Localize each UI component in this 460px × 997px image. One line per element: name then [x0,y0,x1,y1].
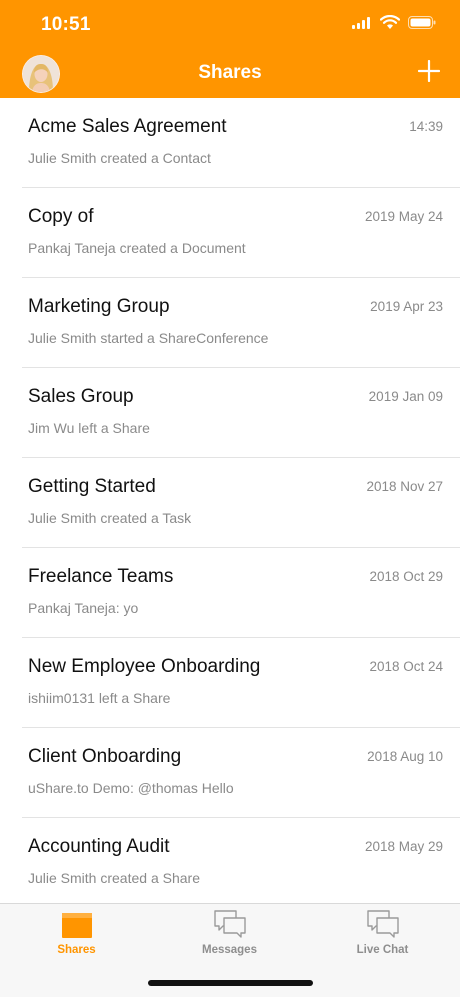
share-title: Client Onboarding [28,746,182,767]
status-icons [352,15,436,30]
list-item[interactable]: Copy of 2019 May 24 Pankaj Taneja create… [22,188,460,278]
share-date: 2019 Apr 23 [370,299,443,314]
tab-label: Shares [57,944,96,956]
share-title: Getting Started [28,476,156,497]
share-activity: Jim Wu left a Share [28,420,150,436]
list-item[interactable]: Acme Sales Agreement 14:39 Julie Smith c… [22,98,460,188]
share-activity: ishiim0131 left a Share [28,690,171,706]
list-item[interactable]: New Employee Onboarding 2018 Oct 24 ishi… [22,638,460,728]
plus-icon [417,59,441,83]
tab-label: Live Chat [356,944,409,956]
share-date: 2018 May 29 [364,839,443,854]
share-activity: Julie Smith created a Share [28,870,200,886]
folder-icon [61,913,92,938]
share-activity: uShare.to Demo: @thomas Hello [28,780,234,796]
list-item[interactable]: Getting Started 2018 Nov 27 Julie Smith … [22,458,460,548]
nav-header: 10:51 Shares [0,0,460,98]
list-item[interactable]: Marketing Group 2019 Apr 23 Julie Smith … [22,278,460,368]
page-title: Shares [198,62,262,83]
share-title: Marketing Group [28,296,170,317]
share-activity: Pankaj Taneja created a Document [28,240,246,256]
share-date: 2019 May 24 [364,209,443,224]
add-share-button[interactable] [417,59,441,83]
share-title: Freelance Teams [28,566,174,587]
cellular-signal-icon [352,16,370,29]
share-date: 2018 Aug 10 [367,749,443,764]
share-activity: Julie Smith created a Contact [28,150,211,166]
share-date: 2018 Oct 29 [369,569,443,584]
share-title: Accounting Audit [28,836,170,857]
share-date: 2018 Oct 24 [369,659,443,674]
share-date: 2018 Nov 27 [366,479,443,494]
tab-shares[interactable]: Shares [0,904,153,964]
tab-label: Messages [202,944,257,956]
list-item[interactable]: Sales Group 2019 Jan 09 Jim Wu left a Sh… [22,368,460,458]
shares-list: Acme Sales Agreement 14:39 Julie Smith c… [0,98,460,908]
share-title: Acme Sales Agreement [28,116,227,137]
share-activity: Pankaj Taneja: yo [28,600,139,616]
status-time: 10:51 [41,14,91,35]
battery-icon [408,16,436,29]
share-title: Sales Group [28,386,134,407]
home-indicator[interactable] [148,980,313,986]
share-title: New Employee Onboarding [28,656,261,677]
chat-bubbles-icon [213,910,246,938]
share-date: 2019 Jan 09 [368,389,443,404]
share-date: 14:39 [409,119,443,134]
tab-live-chat[interactable]: Live Chat [306,904,459,964]
share-activity: Julie Smith started a ShareConference [28,330,269,346]
wifi-icon [380,15,400,29]
share-activity: Julie Smith created a Task [28,510,192,526]
chat-bubbles-icon [366,910,399,938]
share-title: Copy of [28,206,94,227]
list-item[interactable]: Accounting Audit 2018 May 29 Julie Smith… [22,818,460,908]
list-item[interactable]: Freelance Teams 2018 Oct 29 Pankaj Tanej… [22,548,460,638]
tab-messages[interactable]: Messages [153,904,306,964]
list-item[interactable]: Client Onboarding 2018 Aug 10 uShare.to … [22,728,460,818]
